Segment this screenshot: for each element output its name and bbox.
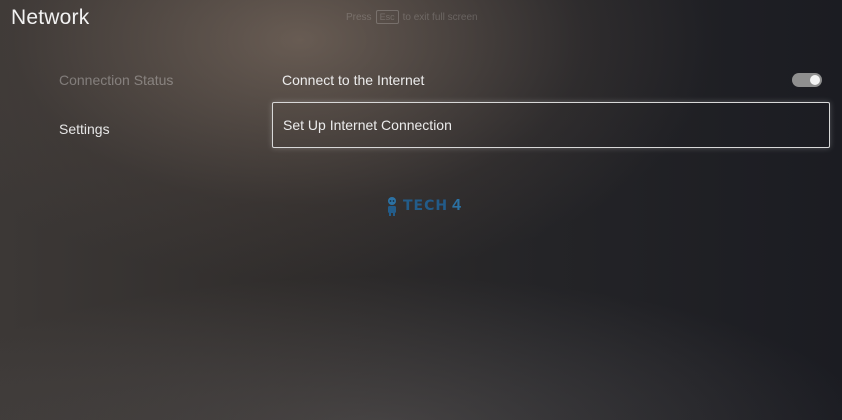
- connect-to-internet-label: Connect to the Internet: [282, 72, 425, 88]
- tech4-watermark: TECH 4: [385, 196, 461, 216]
- page-title: Network: [11, 6, 90, 29]
- toggle-knob: [810, 75, 820, 85]
- watermark-text: TECH: [403, 198, 449, 214]
- fullscreen-hint-prefix: Press: [346, 11, 372, 23]
- connect-to-internet-row[interactable]: Connect to the Internet: [272, 65, 832, 95]
- connect-to-internet-toggle[interactable]: [792, 73, 822, 87]
- set-up-internet-connection-button[interactable]: Set Up Internet Connection: [272, 102, 830, 148]
- robot-logo-icon: [388, 197, 396, 216]
- watermark-number: 4: [452, 197, 462, 214]
- sidebar: Connection Status Settings: [59, 70, 259, 139]
- sidebar-item-connection-status[interactable]: Connection Status: [59, 70, 259, 90]
- sidebar-item-settings[interactable]: Settings: [59, 119, 259, 139]
- fullscreen-hint: Press Esc to exit full screen: [346, 10, 478, 24]
- set-up-internet-connection-label: Set Up Internet Connection: [283, 117, 452, 133]
- fullscreen-hint-suffix: to exit full screen: [402, 11, 478, 23]
- esc-key-badge: Esc: [375, 10, 399, 24]
